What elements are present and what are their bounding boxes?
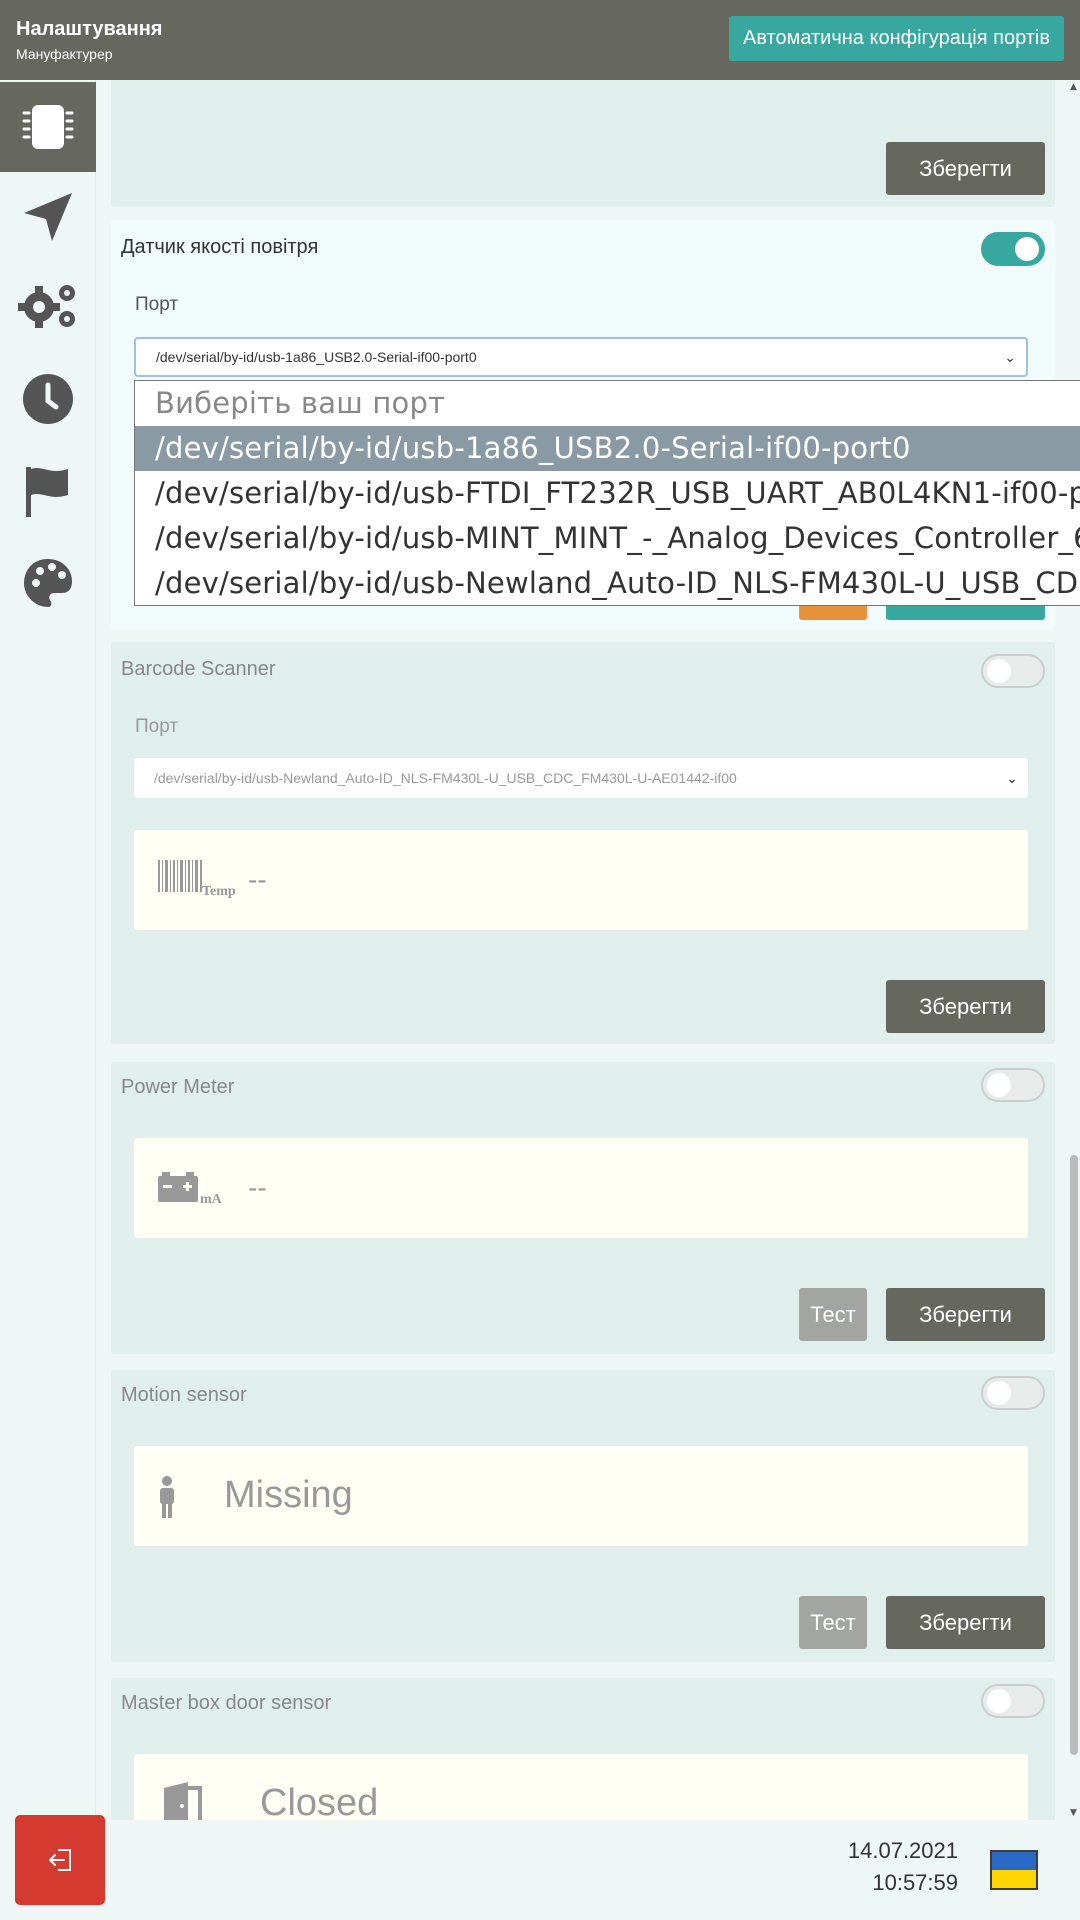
clock-icon: [23, 374, 73, 424]
barcode-port-label: Порт: [135, 716, 179, 737]
door-sensor-value: Closed: [260, 1782, 379, 1820]
air-quality-port-select[interactable]: /dev/serial/by-id/usb-1a86_USB2.0-Serial…: [134, 337, 1028, 377]
barcode-icon: [158, 860, 202, 892]
sidebar-item-language[interactable]: [0, 446, 96, 536]
auto-config-ports-button[interactable]: Автоматична конфігурація портів: [728, 16, 1064, 61]
page-title: Налаштування: [16, 18, 163, 40]
door-icon: [164, 1782, 202, 1820]
sidebar-item-send[interactable]: [0, 172, 96, 262]
chip-icon: [22, 105, 74, 149]
power-meter-save-button[interactable]: Зберегти: [886, 1288, 1045, 1341]
chevron-down-icon: ⌄: [1006, 770, 1018, 786]
dropdown-option[interactable]: /dev/serial/by-id/usb-Newland_Auto-ID_NL…: [135, 561, 1080, 605]
barcode-scanner-toggle[interactable]: [981, 654, 1045, 688]
door-sensor-toggle[interactable]: [981, 1684, 1045, 1718]
scroll-up-icon[interactable]: ▲: [1070, 82, 1077, 92]
scroll-down-icon[interactable]: ▼: [1070, 1808, 1077, 1818]
battery-icon: [158, 1172, 198, 1202]
current-time: 10:57:59: [872, 1870, 958, 1895]
power-meter-toggle[interactable]: [981, 1068, 1045, 1102]
palette-icon: [24, 559, 72, 607]
air-quality-toggle[interactable]: [981, 232, 1045, 266]
send-icon: [24, 193, 72, 241]
barcode-readout: Temp --: [134, 830, 1028, 930]
motion-sensor-value: Missing: [224, 1474, 353, 1516]
motion-sensor-toggle[interactable]: [981, 1376, 1045, 1410]
sidebar-item-theme[interactable]: [0, 538, 96, 628]
dropdown-option-selected[interactable]: /dev/serial/by-id/usb-1a86_USB2.0-Serial…: [135, 426, 1080, 471]
motion-sensor-card: Motion sensor Missing Тест Зберегти: [111, 1370, 1055, 1662]
content-scrollbar[interactable]: ▲ ▼: [1068, 80, 1080, 1820]
barcode-scanner-title: Barcode Scanner: [121, 658, 276, 680]
motion-sensor-title: Motion sensor: [121, 1384, 247, 1406]
logout-icon: [49, 1849, 71, 1871]
current-date: 14.07.2021: [847, 1838, 958, 1863]
power-meter-readout: mA --: [134, 1138, 1028, 1238]
save-button[interactable]: Зберегти: [886, 142, 1045, 195]
motion-sensor-test-button[interactable]: Тест: [799, 1596, 867, 1649]
person-icon: [160, 1476, 174, 1518]
door-sensor-readout: Closed: [134, 1754, 1028, 1820]
sidebar-item-settings[interactable]: [0, 260, 96, 350]
motion-sensor-save-button[interactable]: Зберегти: [886, 1596, 1045, 1649]
door-sensor-title: Master box door sensor: [121, 1692, 332, 1714]
power-meter-card: Power Meter mA -- Тест Зберегти: [111, 1062, 1055, 1354]
chevron-down-icon: ⌄: [1004, 349, 1016, 365]
air-quality-title: Датчик якості повітря: [121, 236, 319, 258]
motion-sensor-readout: Missing: [134, 1446, 1028, 1546]
power-meter-test-button[interactable]: Тест: [799, 1288, 867, 1341]
gears-icon: [18, 285, 75, 328]
sidebar-item-schedule[interactable]: [0, 354, 96, 444]
power-meter-unit: mA: [200, 1192, 222, 1207]
air-quality-port-value: /dev/serial/by-id/usb-1a86_USB2.0-Serial…: [156, 349, 477, 365]
settings-content: Зберегти Датчик якості повітря Порт /dev…: [96, 80, 1080, 1820]
barcode-save-button[interactable]: Зберегти: [886, 980, 1045, 1033]
power-meter-title: Power Meter: [121, 1076, 235, 1098]
dropdown-option[interactable]: Виберіть ваш порт: [135, 381, 1080, 426]
sidebar-item-hardware[interactable]: [0, 82, 96, 172]
power-meter-value: --: [248, 1172, 267, 1203]
barcode-unit: Temp: [202, 884, 236, 899]
port-dropdown-list[interactable]: Виберіть ваш порт /dev/serial/by-id/usb-…: [134, 380, 1080, 606]
barcode-scanner-card: Barcode Scanner Порт /dev/serial/by-id/u…: [111, 642, 1055, 1044]
flag-icon: [26, 467, 68, 517]
logout-button[interactable]: [15, 1815, 105, 1905]
door-sensor-card: Master box door sensor Closed: [111, 1678, 1055, 1820]
barcode-value: --: [248, 864, 267, 895]
app-header: Налаштування Мануфактурер Автоматична ко…: [0, 0, 1080, 80]
sidebar: [0, 80, 96, 1820]
scrollbar-thumb[interactable]: [1070, 1155, 1078, 1755]
air-quality-port-label: Порт: [135, 294, 179, 315]
previous-sensor-card: Зберегти: [111, 80, 1055, 207]
ukraine-flag-icon[interactable]: [990, 1850, 1038, 1890]
barcode-port-select[interactable]: /dev/serial/by-id/usb-Newland_Auto-ID_NL…: [134, 758, 1028, 798]
barcode-port-value: /dev/serial/by-id/usb-Newland_Auto-ID_NL…: [154, 770, 737, 786]
page-subtitle: Мануфактурер: [16, 46, 113, 62]
dropdown-option[interactable]: /dev/serial/by-id/usb-MINT_MINT_-_Analog…: [135, 516, 1080, 561]
dropdown-option[interactable]: /dev/serial/by-id/usb-FTDI_FT232R_USB_UA…: [135, 471, 1080, 516]
